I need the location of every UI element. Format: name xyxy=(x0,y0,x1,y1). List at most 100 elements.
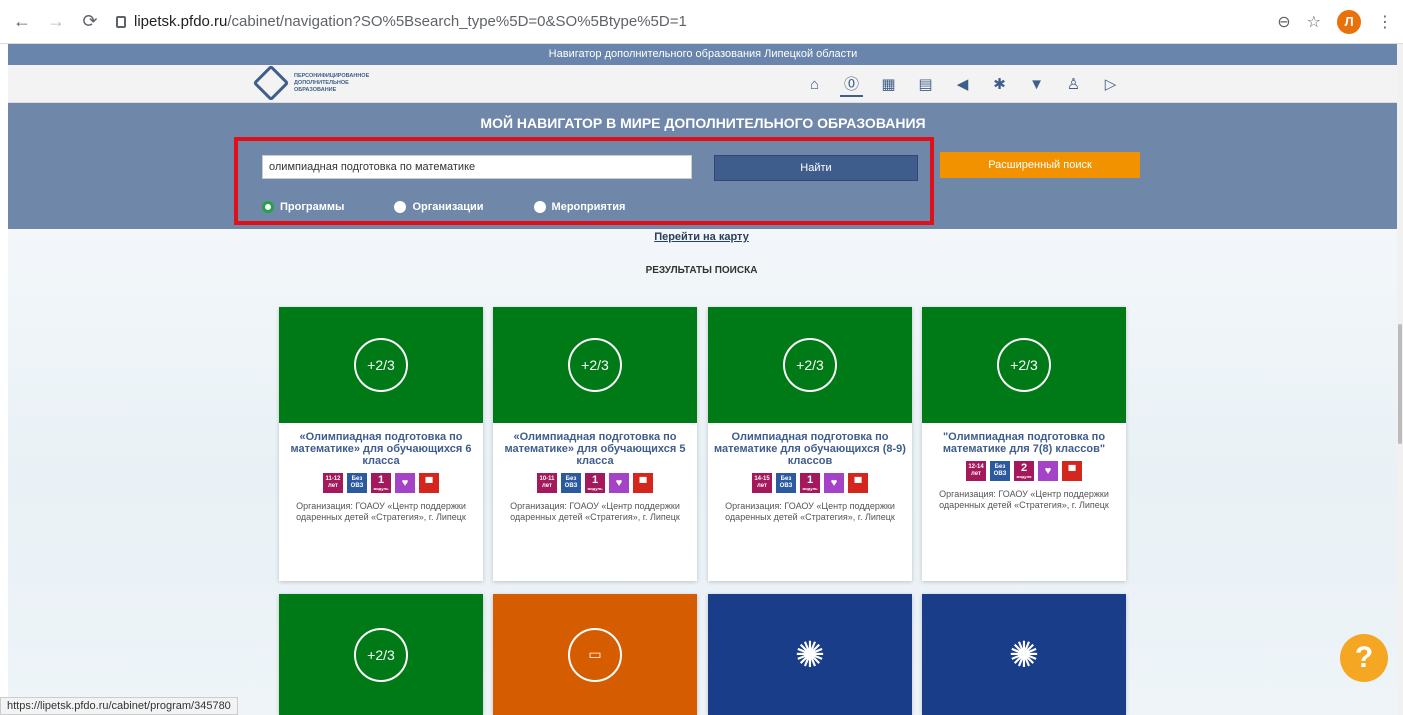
ovz-bottom: ОВЗ xyxy=(564,483,578,489)
reload-icon[interactable]: ⟳ xyxy=(78,10,102,34)
back-icon[interactable]: ← xyxy=(10,10,34,34)
star-icon[interactable]: ✱ xyxy=(988,71,1011,97)
modules-badge: 2 модуля xyxy=(1014,461,1034,481)
bookmark-star-icon[interactable]: ☆ xyxy=(1307,12,1321,32)
status-bar-url: https://lipetsk.pfdo.ru/cabinet/program/… xyxy=(0,697,238,715)
program-card[interactable]: +2/3 «Олимпиадная подготовка по математи… xyxy=(279,307,483,581)
program-card[interactable]: +2/3 xyxy=(279,594,483,715)
ovz-top: Без xyxy=(351,476,363,482)
card-badges: 12-14 лет Без ОВЗ 2 модуля ♥ ▀ xyxy=(928,461,1120,481)
radio-checked-icon xyxy=(262,201,274,213)
ovz-bottom: ОВЗ xyxy=(350,483,364,489)
heart-icon[interactable]: ♥ xyxy=(824,473,844,493)
card-title[interactable]: Олимпиадная подготовка по математике для… xyxy=(714,431,906,467)
radio-label: Программы xyxy=(280,201,345,213)
age-unit: лет xyxy=(542,483,552,489)
trophy-icon[interactable]: ▼ xyxy=(1025,71,1048,97)
help-button[interactable]: ? xyxy=(1340,634,1388,682)
graduation-cap-icon: ▀ xyxy=(1062,461,1082,481)
region-strip: Навигатор дополнительного образования Ли… xyxy=(8,44,1398,65)
modules-unit: модуль xyxy=(373,486,389,491)
card-badges: 11-12 лет Без ОВЗ 1 модуль ♥ ▀ xyxy=(285,473,477,493)
card-badges: 10-11 лет Без ОВЗ 1 модуль ♥ ▀ xyxy=(499,473,691,493)
radio-label: Организации xyxy=(412,201,484,213)
site-logo[interactable]: ПЕРСОНИФИЦИРОВАННОЕ ДОПОЛНИТЕЛЬНОЕ ОБРАЗ… xyxy=(252,64,370,102)
search-banner: МОЙ НАВИГАТОР В МИРЕ ДОПОЛНИТЕЛЬНОГО ОБР… xyxy=(8,103,1398,229)
card-organization: Организация: ГОАОУ «Центр поддержки одар… xyxy=(725,501,895,522)
find-button[interactable]: Найти xyxy=(714,155,918,181)
calendar-icon[interactable]: ▦ xyxy=(877,71,900,97)
ovz-badge: Без ОВЗ xyxy=(776,473,796,493)
profile-avatar[interactable]: Л xyxy=(1337,9,1361,34)
modules-unit: модуль xyxy=(587,486,603,491)
card-image: +2/3 xyxy=(279,307,483,423)
modules-unit: модуля xyxy=(1016,474,1032,479)
ovz-top: Без xyxy=(780,476,792,482)
math-icon: +2/3 xyxy=(783,338,837,392)
card-image: +2/3 xyxy=(922,307,1126,423)
zoom-icon[interactable]: ⊖ xyxy=(1277,12,1290,32)
card-image: ✺ xyxy=(708,594,912,715)
program-card[interactable]: +2/3 Олимпиадная подготовка по математик… xyxy=(708,307,912,581)
program-card[interactable]: +2/3 "Олимпиадная подготовка по математи… xyxy=(922,307,1126,581)
ovz-bottom: ОВЗ xyxy=(779,483,793,489)
people-icon[interactable]: ♙ xyxy=(1062,71,1085,97)
age-unit: лет xyxy=(757,483,767,489)
logo-line: ПЕРСОНИФИЦИРОВАННОЕ xyxy=(294,72,370,79)
site-header: ПЕРСОНИФИЦИРОВАННОЕ ДОПОЛНИТЕЛЬНОЕ ОБРАЗ… xyxy=(8,64,1398,103)
logo-line: ДОПОЛНИТЕЛЬНОЕ xyxy=(294,79,349,86)
card-image: ✺ xyxy=(922,594,1126,715)
search-input[interactable] xyxy=(262,155,692,179)
age-unit: лет xyxy=(328,483,338,489)
address-bar[interactable]: lipetsk.pfdo.ru/cabinet/navigation?SO%5B… xyxy=(116,13,687,30)
ovz-top: Без xyxy=(994,464,1006,470)
ruble-icon[interactable]: ⓪ xyxy=(840,71,863,97)
radio-events[interactable]: Мероприятия xyxy=(533,201,625,213)
document-icon[interactable]: ▤ xyxy=(914,71,937,97)
heart-icon[interactable]: ♥ xyxy=(395,473,415,493)
computer-icon: ▭ xyxy=(568,627,622,682)
ovz-badge: Без ОВЗ xyxy=(561,473,581,493)
modules-badge: 1 модуль xyxy=(371,473,391,493)
card-organization: Организация: ГОАОУ «Центр поддержки одар… xyxy=(939,489,1109,510)
graduation-cap-icon: ▀ xyxy=(419,473,439,493)
graduation-cap-icon: ▀ xyxy=(848,473,868,493)
search-highlight-box: Найти Программы Организации Мероприятия xyxy=(234,137,934,225)
url-host: lipetsk.pfdo.ru xyxy=(134,13,228,30)
ovz-top: Без xyxy=(565,476,577,482)
card-organization: Организация: ГОАОУ «Центр поддержки одар… xyxy=(296,501,466,522)
lock-icon xyxy=(116,15,126,28)
modules-badge: 1 модуль xyxy=(585,473,605,493)
math-icon: +2/3 xyxy=(354,627,408,682)
radio-unchecked-icon xyxy=(394,201,407,213)
program-card[interactable]: ✺ xyxy=(708,594,912,715)
age-value: 14-15 xyxy=(754,476,770,482)
program-card[interactable]: ✺ xyxy=(922,594,1126,715)
ovz-badge: Без ОВЗ xyxy=(990,461,1010,481)
modules-count: 1 xyxy=(591,474,599,486)
map-link[interactable]: Перейти на карту xyxy=(0,231,1403,243)
card-image: ▭ xyxy=(493,594,697,715)
program-card[interactable]: ▭ xyxy=(493,594,697,715)
card-title[interactable]: "Олимпиадная подготовка по математике дл… xyxy=(928,431,1120,455)
card-title[interactable]: «Олимпиадная подготовка по математике» д… xyxy=(499,431,691,467)
exit-icon[interactable]: ▷ xyxy=(1099,71,1122,97)
card-title[interactable]: «Олимпиадная подготовка по математике» д… xyxy=(285,431,477,467)
modules-unit: модуль xyxy=(802,486,818,491)
radio-programs[interactable]: Программы xyxy=(262,201,344,213)
heart-icon[interactable]: ♥ xyxy=(609,473,629,493)
megaphone-icon[interactable]: ◀ xyxy=(951,71,974,97)
scrollbar-thumb[interactable] xyxy=(1398,324,1402,444)
advanced-search-button[interactable]: Расширенный поиск xyxy=(940,152,1140,178)
forward-icon[interactable]: → xyxy=(44,10,68,34)
radio-organizations[interactable]: Организации xyxy=(394,201,484,213)
card-image: +2/3 xyxy=(493,307,697,423)
page-scrollbar[interactable] xyxy=(1397,44,1403,715)
modules-count: 1 xyxy=(806,474,814,486)
home-icon[interactable]: ⌂ xyxy=(803,71,826,97)
heart-icon[interactable]: ♥ xyxy=(1038,461,1058,481)
menu-icon[interactable]: ⋮ xyxy=(1377,12,1393,32)
hands-circle-icon: ✺ xyxy=(794,633,826,675)
logo-mark-icon xyxy=(252,64,290,102)
program-card[interactable]: +2/3 «Олимпиадная подготовка по математи… xyxy=(493,307,697,581)
